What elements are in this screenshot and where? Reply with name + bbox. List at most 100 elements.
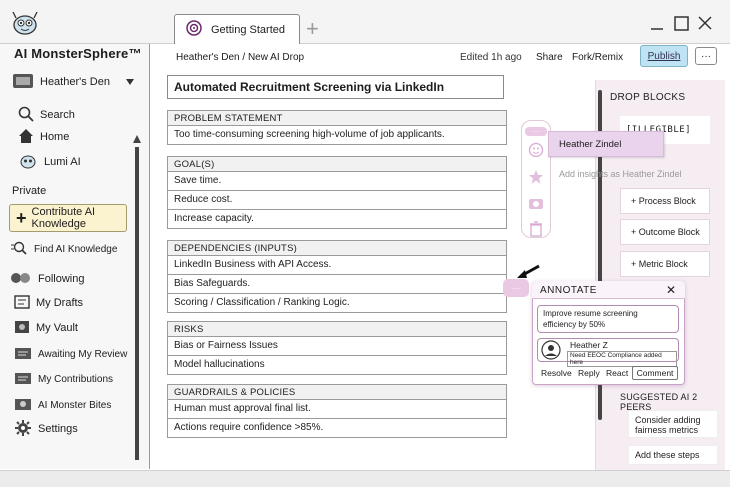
tab-label: Getting Started [211,23,285,36]
workspace-name: Heather's Den [40,76,110,88]
section-heading-problem: PROBLEM STATEMENT [167,110,507,126]
spiral-icon [183,19,205,40]
find-icon [10,241,28,258]
fork-remix-button[interactable]: Fork/Remix [572,52,623,63]
sidebar-item-label: My Vault [36,322,78,334]
review-icon [14,346,32,363]
section-heading-dependencies: DEPENDENCIES (INPUTS) [167,240,507,256]
sidebar-item-settings[interactable]: Settings [14,419,78,440]
plus-icon: + [16,208,27,228]
section-row[interactable]: Bias or Fairness Issues [167,337,507,356]
annotation-text-field[interactable]: Improve resume screening efficiency by 5… [537,305,679,333]
section-heading-guardrails: GUARDRAILS & POLICIES [167,384,507,400]
sidebar-item-label: Lumi AI [44,156,81,168]
star-icon[interactable] [528,169,544,190]
add-process-block-button[interactable]: + Process Block [620,188,710,214]
search-icon [18,106,34,125]
sidebar-item-following[interactable]: Following [10,270,84,288]
gear-icon [14,419,32,440]
react-button[interactable]: React [606,368,628,378]
chevron-down-icon [125,76,134,88]
user-mention-popover[interactable]: Heather Zindel [548,131,664,157]
insight-toolbar: ··· [521,120,551,238]
sidebar-item-ai-monster-bites[interactable]: AI Monster Bites [14,396,111,414]
bottom-edge [0,470,730,487]
drafts-icon [14,294,30,312]
title-bar [0,0,730,44]
contributions-icon [14,371,32,388]
section-row[interactable]: LinkedIn Business with API Access. [167,256,507,275]
contribute-ai-knowledge-button[interactable]: + Contribute AI Knowledge [9,204,127,232]
sidebar-item-label: My Contributions [38,373,114,385]
sidebar-item-label: My Drafts [36,297,84,309]
resolve-button[interactable]: Resolve [541,368,572,378]
private-section-label: Private [12,185,47,197]
comment-button[interactable]: Comment [632,366,678,380]
following-icon [10,271,32,288]
add-outcome-block-button[interactable]: + Outcome Block [620,219,710,245]
smiley-icon[interactable] [528,142,544,163]
sidebar-item-label: Following [38,273,85,285]
app-title: AI MonsterSphere™ [14,46,142,61]
section-row[interactable]: Bias Safeguards. [167,275,507,294]
sidebar-item-label: Settings [38,423,78,435]
suggested-peers-title: SUGGESTED AI 2 PEERS [620,392,698,412]
maximize-icon[interactable] [674,16,689,34]
home-icon [18,128,34,147]
vault-icon [14,320,30,337]
close-window-icon[interactable] [698,16,712,33]
section-row[interactable]: Actions require confidence >85%. [167,419,507,438]
monster-logo-icon[interactable] [10,10,40,36]
camera-icon[interactable] [528,196,544,215]
workspace-selector[interactable]: Heather's Den [12,72,140,92]
breadcrumb[interactable]: Heather's Den / New AI Drop [176,52,304,63]
sidebar-item-label: Awaiting My Review [38,348,128,360]
edited-timestamp: Edited 1h ago [460,52,522,63]
new-tab-icon[interactable]: + [306,16,319,42]
sidebar-item-my-drafts[interactable]: My Drafts [14,294,83,312]
add-metric-block-button[interactable]: + Metric Block [620,251,710,277]
workspace-icon [12,72,34,93]
sidebar-item-find-ai-knowledge[interactable]: Find AI Knowledge [10,240,117,258]
more-options-button[interactable]: ··· [695,47,717,65]
insight-placeholder[interactable]: Add insights as Heather Zindel [559,169,682,179]
share-button[interactable]: Share [536,52,563,63]
comment-text: Need EEOC Compliance added here [567,351,677,367]
sidebar-item-search[interactable]: Search [18,106,75,124]
section-heading-risks: RISKS [167,321,507,337]
trash-icon[interactable] [529,221,543,242]
sidebar-item-label: Home [40,131,70,143]
sidebar-item-awaiting-my-review[interactable]: Awaiting My Review [14,345,127,363]
tab-getting-started[interactable]: Getting Started [174,14,300,44]
sidebar-item-my-contributions[interactable]: My Contributions [14,370,113,388]
section-row[interactable]: Increase capacity. [167,210,507,229]
section-heading-goals: GOAL(S) [167,156,507,172]
sidebar-scrollbar[interactable] [133,135,141,460]
reply-button[interactable]: Reply [578,368,600,378]
lumi-icon [18,153,38,172]
close-icon[interactable]: ✕ [666,283,676,297]
section-row[interactable]: Reduce cost. [167,191,507,210]
sidebar-item-lumi-ai[interactable]: Lumi AI [18,153,81,171]
sidebar-item-label: Search [40,109,75,121]
suggestion-item[interactable]: Consider adding fairness metrics [628,410,718,438]
publish-button[interactable]: Publish [640,45,688,67]
section-row[interactable]: Save time. [167,172,507,191]
section-row[interactable]: Model hallucinations [167,356,507,375]
comment-author: Heather Z [570,340,608,350]
section-row[interactable]: Human must approval final list. [167,400,507,419]
comment-bubble-icon[interactable]: ··· [525,127,547,136]
suggestion-item[interactable]: Add these steps [628,445,718,465]
sidebar-item-label: Find AI Knowledge [34,243,118,255]
section-row[interactable]: Scoring / Classification / Ranking Logic… [167,294,507,313]
sidebar-item-my-vault[interactable]: My Vault [14,319,78,337]
sidebar-item-label: AI Monster Bites [38,399,112,411]
sidebar-item-home[interactable]: Home [18,128,69,146]
avatar [541,340,561,365]
document-title[interactable]: Automated Recruitment Screening via Link… [167,75,504,99]
drop-blocks-title: DROP BLOCKS [610,92,686,103]
annotate-title: ANNOTATE [540,285,597,296]
section-row[interactable]: Too time-consuming screening high-volume… [167,126,507,145]
contribute-label: Contribute AI Knowledge [31,206,96,230]
minimize-icon[interactable] [650,18,664,34]
